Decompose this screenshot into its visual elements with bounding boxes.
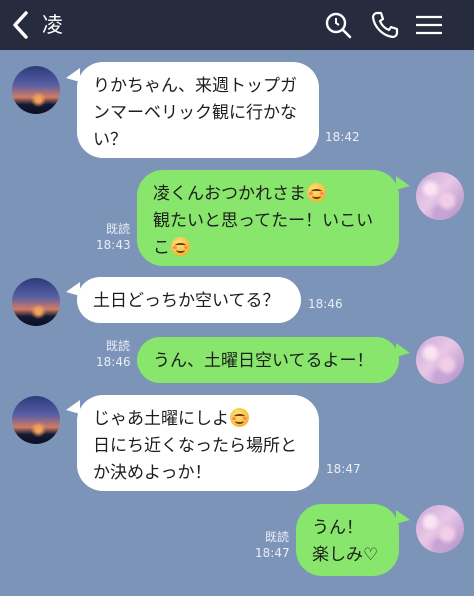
message-time: 18:43 bbox=[96, 238, 131, 252]
contact-name[interactable]: 凌 bbox=[42, 12, 63, 38]
bubble-tail bbox=[396, 510, 410, 524]
message-bubble-outgoing[interactable]: うん、土曜日空いてるよー！ bbox=[137, 337, 399, 383]
chat-header: 凌 bbox=[0, 0, 474, 50]
phone-icon[interactable] bbox=[370, 10, 400, 40]
contact-avatar[interactable] bbox=[12, 396, 60, 444]
message-bubble-outgoing[interactable]: うん！ 楽しみ♡ bbox=[296, 504, 399, 576]
message-time: 18:42 bbox=[325, 130, 360, 144]
bubble-tail bbox=[396, 343, 410, 357]
user-avatar[interactable] bbox=[416, 336, 464, 384]
message-text: 凌くんおつかれさま bbox=[153, 184, 306, 204]
read-receipt: 既読 bbox=[105, 339, 130, 353]
message-text: 観たいと思ってたー！いこい bbox=[153, 211, 374, 231]
bubble-tail bbox=[396, 176, 410, 190]
message-text: 楽しみ♡ bbox=[312, 545, 379, 565]
menu-icon[interactable] bbox=[414, 10, 444, 40]
message-text: じゃあ土曜にしよ bbox=[93, 409, 229, 429]
message-text: 日にち近くなったら場所と bbox=[93, 436, 297, 456]
message-text: りかちゃん、来週トップガ bbox=[93, 76, 297, 96]
contact-avatar[interactable] bbox=[12, 66, 60, 114]
message-text: い？ bbox=[93, 130, 127, 150]
message-time: 18:46 bbox=[96, 355, 131, 369]
read-receipt: 既読 bbox=[105, 222, 130, 236]
user-avatar[interactable] bbox=[416, 505, 464, 553]
message-time: 18:46 bbox=[308, 297, 343, 311]
message-text: か決めよっか！ bbox=[93, 463, 212, 483]
message-bubble-incoming[interactable]: じゃあ土曜にしよ 日にち近くなったら場所と か決めよっか！ bbox=[77, 395, 319, 491]
message-text: ンマーベリック観に行かな bbox=[93, 103, 297, 123]
smiling-face-icon bbox=[171, 237, 190, 256]
smiling-face-icon bbox=[307, 183, 326, 202]
contact-avatar[interactable] bbox=[12, 278, 60, 326]
message-text: こ bbox=[153, 238, 170, 258]
user-avatar[interactable] bbox=[416, 172, 464, 220]
message-bubble-outgoing[interactable]: 凌くんおつかれさま 観たいと思ってたー！いこい こ bbox=[137, 170, 399, 266]
back-chevron-icon[interactable] bbox=[8, 9, 34, 41]
message-bubble-incoming[interactable]: りかちゃん、来週トップガ ンマーベリック観に行かな い？ bbox=[77, 62, 319, 158]
message-time: 18:47 bbox=[326, 462, 361, 476]
message-bubble-incoming[interactable]: 土日どっちか空いてる？ bbox=[77, 277, 301, 323]
search-icon[interactable] bbox=[323, 10, 353, 40]
message-text: 土日どっちか空いてる？ bbox=[93, 291, 280, 311]
message-text: うん、土曜日空いてるよー！ bbox=[153, 351, 374, 371]
smiling-face-icon bbox=[230, 408, 249, 427]
read-receipt: 既読 bbox=[264, 530, 289, 544]
message-time: 18:47 bbox=[255, 546, 290, 560]
message-text: うん！ bbox=[312, 518, 363, 538]
